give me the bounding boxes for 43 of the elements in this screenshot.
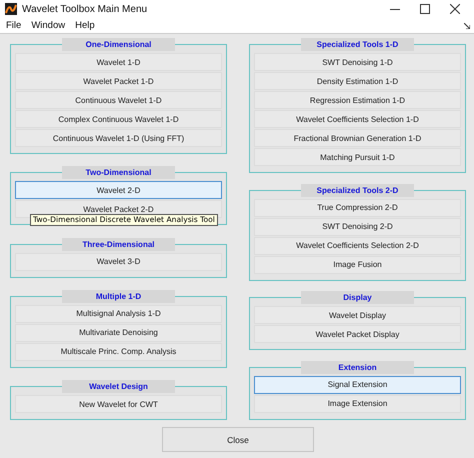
group-title: Specialized Tools 1-D xyxy=(300,38,414,51)
close-icon[interactable] xyxy=(450,4,460,14)
dock-arrow-icon[interactable] xyxy=(464,22,470,28)
tool-button[interactable]: Wavelet 2-D xyxy=(15,181,222,200)
group-title: Extension xyxy=(300,360,414,374)
maximize-icon[interactable] xyxy=(420,4,430,14)
tool-button[interactable]: Wavelet 1-D xyxy=(15,53,222,71)
group-title: Three-Dimensional xyxy=(62,238,176,250)
tool-button[interactable]: SWT Denoising 1-D xyxy=(254,53,461,71)
menu-item[interactable]: File xyxy=(6,20,22,31)
app-logo-icon xyxy=(5,3,17,15)
group-title: Multiple 1-D xyxy=(62,290,176,303)
tool-button[interactable]: Wavelet Display xyxy=(254,306,461,324)
menu-item[interactable]: Help xyxy=(75,20,95,31)
tool-button[interactable]: Regression Estimation 1-D xyxy=(254,91,461,109)
tool-button[interactable]: Wavelet Packet 1-D xyxy=(15,72,222,90)
tool-button[interactable]: Density Estimation 1-D xyxy=(254,72,461,90)
tool-button[interactable]: Wavelet Coefficients Selection 1-D xyxy=(254,110,461,128)
group-title: Two-Dimensional xyxy=(62,166,176,180)
group-title: Wavelet Design xyxy=(62,380,176,393)
group-title: Specialized Tools 2-D xyxy=(300,184,414,197)
tool-button[interactable]: Image Extension xyxy=(254,394,461,413)
tool-button[interactable]: Matching Pursuit 1-D xyxy=(254,148,461,166)
tool-button[interactable]: Fractional Brownian Generation 1-D xyxy=(254,129,461,147)
tool-button[interactable]: Continuous Wavelet 1-D (Using FFT) xyxy=(15,129,222,147)
tool-button[interactable]: Multivariate Denoising xyxy=(15,324,222,342)
menu-item[interactable]: Window xyxy=(31,20,66,31)
group-title: One-Dimensional xyxy=(62,38,176,51)
close-button[interactable]: Close xyxy=(162,427,314,452)
tool-button[interactable]: SWT Denoising 2-D xyxy=(254,218,461,236)
group-title: Display xyxy=(300,291,414,304)
tool-button[interactable]: Complex Continuous Wavelet 1-D xyxy=(15,110,222,128)
tool-button[interactable]: Multiscale Princ. Comp. Analysis xyxy=(15,342,222,361)
tool-button[interactable]: Wavelet Coefficients Selection 2-D xyxy=(254,236,461,255)
tool-button[interactable]: Wavelet 3-D xyxy=(15,252,222,270)
window-title: Wavelet Toolbox Main Menu xyxy=(22,4,148,14)
tool-button[interactable]: Multisignal Analysis 1-D xyxy=(15,304,222,323)
tool-button[interactable]: Image Fusion xyxy=(254,256,461,274)
tool-button[interactable]: Continuous Wavelet 1-D xyxy=(15,91,222,109)
tool-button[interactable]: New Wavelet for CWT xyxy=(15,395,222,413)
tool-button[interactable]: Wavelet Packet Display xyxy=(254,325,461,344)
tool-button[interactable]: True Compression 2-D xyxy=(254,198,461,217)
tool-button[interactable]: Signal Extension xyxy=(254,376,461,394)
